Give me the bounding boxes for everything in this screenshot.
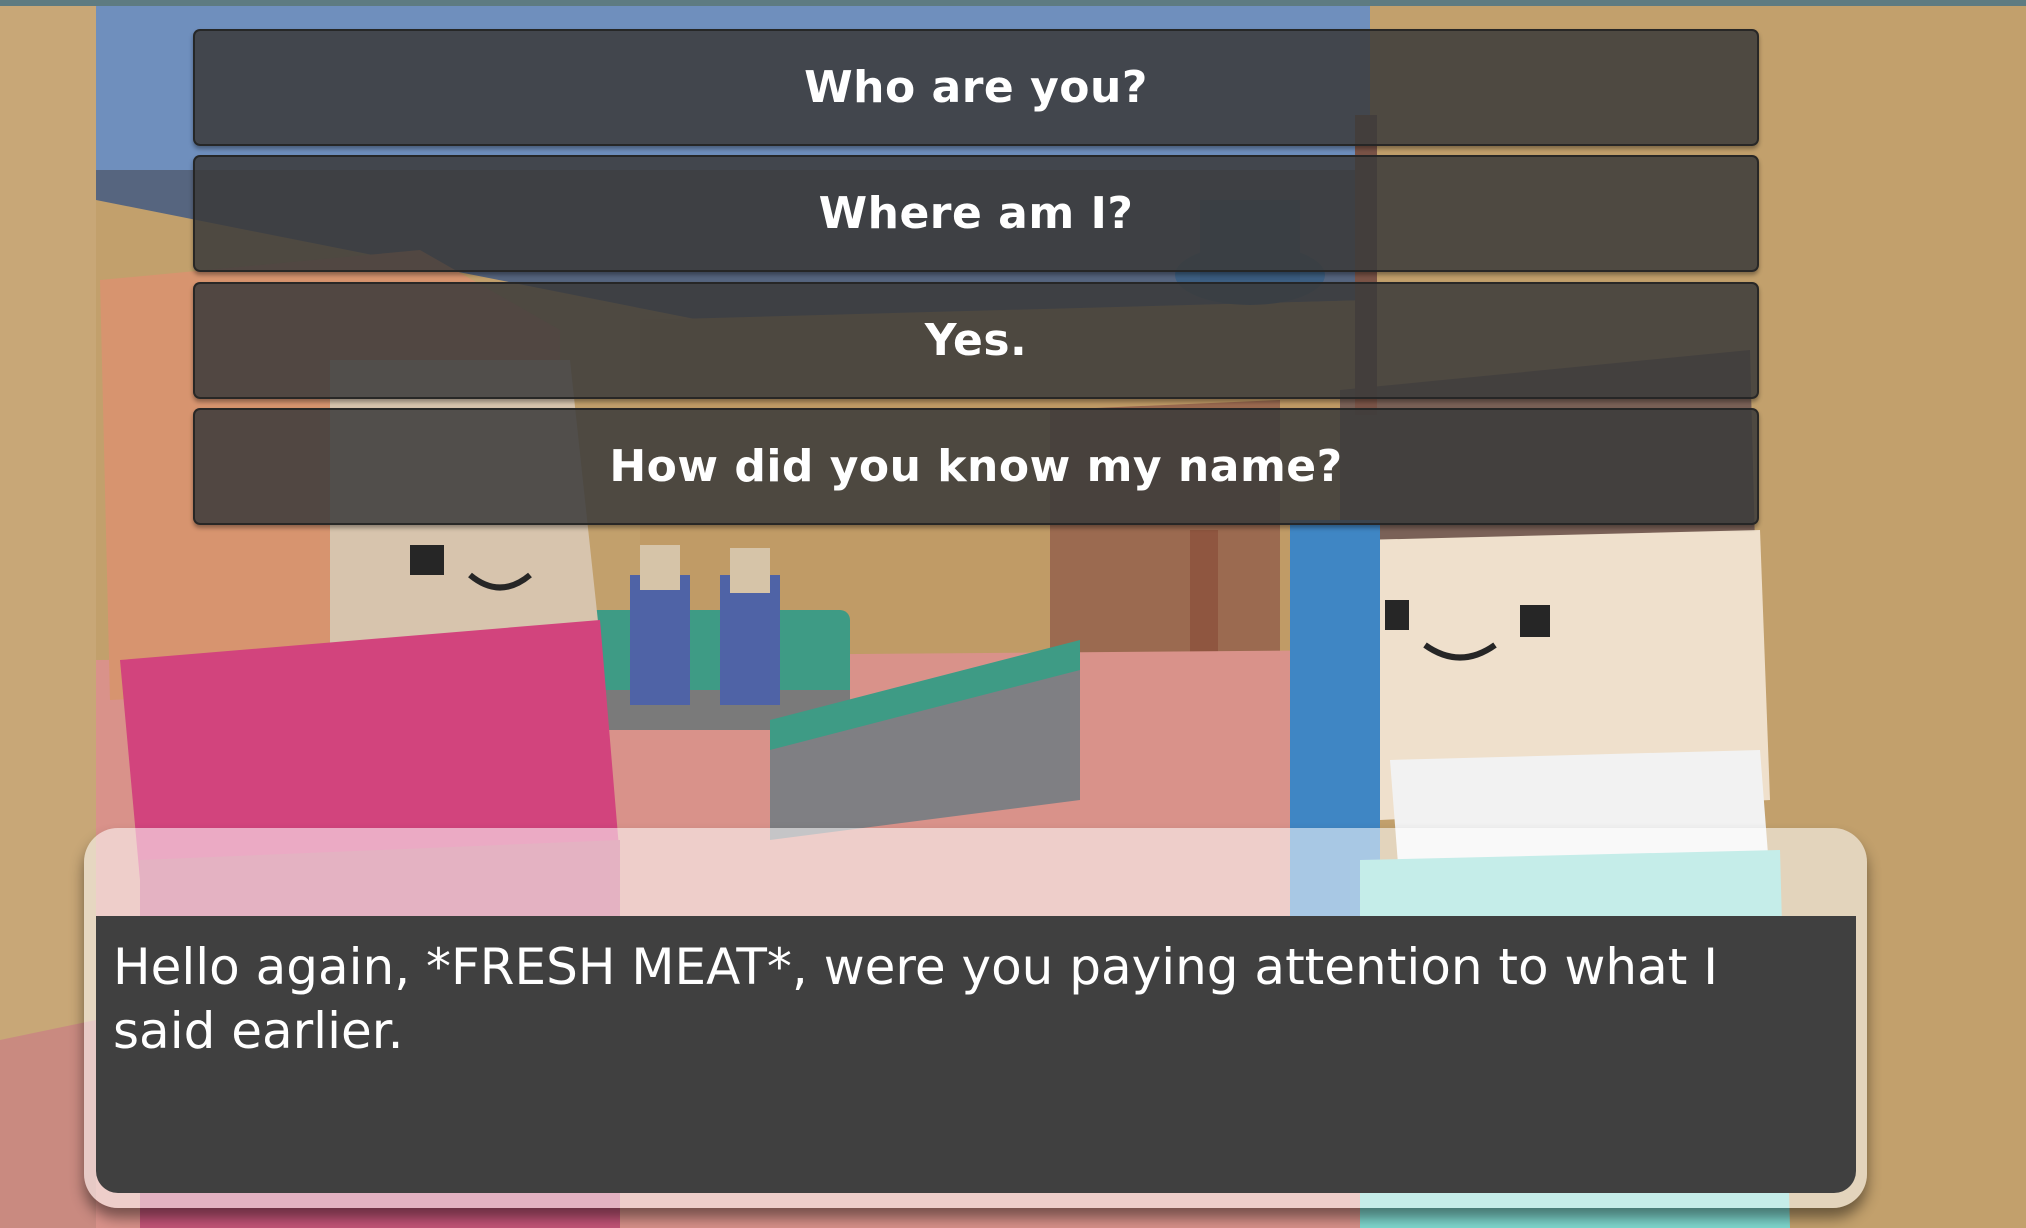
right-character-eye-left — [1385, 600, 1409, 630]
figure-1-head — [640, 545, 680, 590]
figure-2-body — [720, 575, 780, 705]
left-character-eye — [410, 545, 444, 575]
top-strip — [0, 0, 2026, 6]
choice-button-where-am-i[interactable]: Where am I? — [193, 155, 1759, 272]
dialog-text: Hello again, *FRESH MEAT*, were you payi… — [113, 938, 1718, 1060]
wall-left-light — [0, 0, 96, 1100]
figure-1-body — [630, 575, 690, 705]
figure-2-head — [730, 548, 770, 593]
right-character-eye-right — [1520, 605, 1550, 637]
choice-button-who-are-you[interactable]: Who are you? — [193, 29, 1759, 146]
floor-left-strip — [0, 1020, 96, 1228]
choice-button-yes[interactable]: Yes. — [193, 282, 1759, 399]
choice-button-how-did-you-know-my-name[interactable]: How did you know my name? — [193, 408, 1759, 525]
